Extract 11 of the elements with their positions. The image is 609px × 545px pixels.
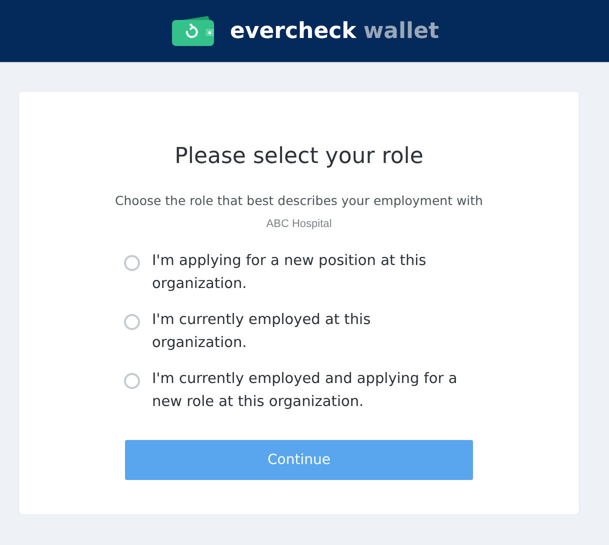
option-label[interactable]: I'm currently employed at this organization. bbox=[152, 309, 462, 355]
option-label[interactable]: I'm applying for a new position at this organization. bbox=[152, 250, 462, 296]
radio-button[interactable] bbox=[124, 373, 140, 389]
product-name: wallet bbox=[363, 18, 440, 44]
organization-name: ABC Hospital bbox=[266, 218, 332, 230]
card-subtitle: Choose the role that best describes your employment with bbox=[115, 193, 483, 208]
radio-button[interactable] bbox=[124, 255, 140, 271]
card-title: Please select your role bbox=[174, 144, 424, 169]
option-label[interactable]: I'm currently employed and applying for a new role at this organization. bbox=[152, 368, 462, 414]
radio-button[interactable] bbox=[124, 314, 140, 330]
brand-name: evercheck bbox=[230, 18, 356, 44]
